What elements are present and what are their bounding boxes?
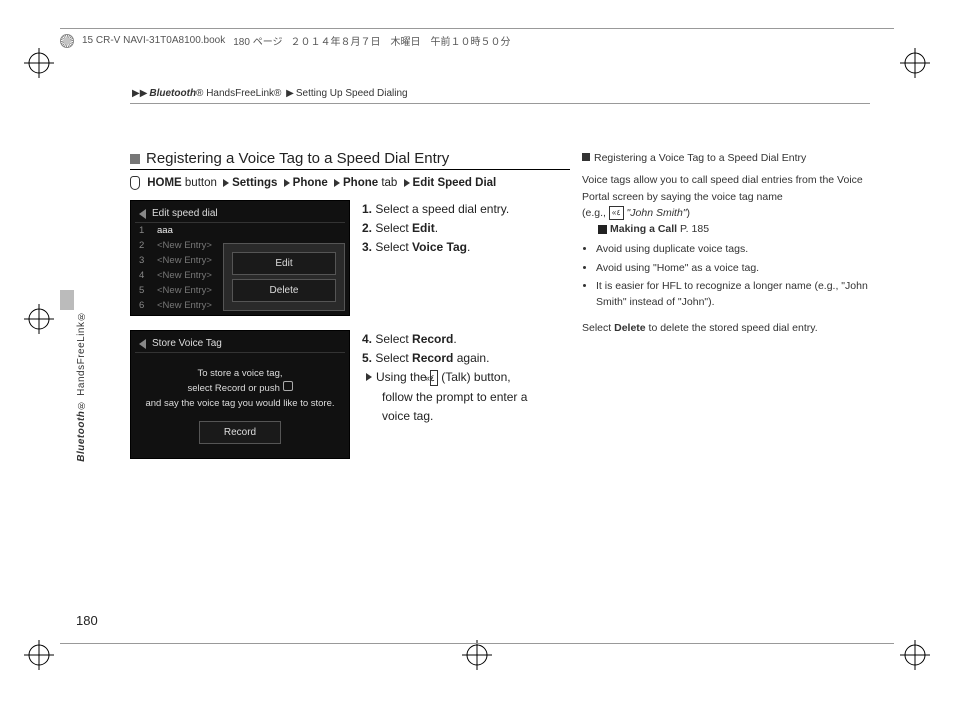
sidebar-example: (e.g., «٤ "John Smith") [582, 205, 872, 221]
print-header-page: 180 ページ [233, 33, 282, 48]
talk-icon: «٤ [430, 370, 438, 386]
arrow-icon [284, 179, 290, 187]
breadcrumb-part: Bluetooth [149, 88, 196, 99]
crop-mark-icon [900, 48, 930, 78]
crop-mark-icon [462, 640, 492, 670]
side-tab-label: Bluetooth® HandsFreeLink® [76, 310, 87, 462]
section-title: Registering a Voice Tag to a Speed Dial … [130, 150, 570, 170]
talk-icon: «٤ [609, 206, 624, 220]
instruction-steps: 4. Select Record. 5. Select Record again… [362, 330, 527, 459]
arrow-icon [404, 179, 410, 187]
instruction-steps: 1. Select a speed dial entry. 2. Select … [362, 200, 509, 316]
page-number: 180 [76, 613, 98, 628]
device-popup: Edit Delete [223, 243, 345, 311]
device-record-button: Record [199, 421, 281, 444]
talk-icon [283, 381, 293, 391]
print-header-date: ２０１４年８月７日 木曜日 午前１０時５０分 [291, 33, 511, 48]
arrow-icon [366, 373, 372, 381]
sidebar-notes: Registering a Voice Tag to a Speed Dial … [582, 150, 872, 337]
device-popup-edit: Edit [232, 252, 336, 275]
print-header-ornament-icon [60, 34, 74, 48]
arrow-icon [223, 179, 229, 187]
crop-mark-icon [900, 640, 930, 670]
crossref-icon [598, 225, 607, 234]
device-screenshot-edit-speed-dial: Edit speed dial 1aaa 2<New Entry> 3<New … [130, 200, 350, 316]
sidebar-paragraph: Voice tags allow you to call speed dial … [582, 172, 872, 205]
voice-icon [130, 176, 140, 190]
sidebar-bullets: Avoid using duplicate voice tags. Avoid … [582, 241, 872, 310]
device-screenshot-store-voice-tag: Store Voice Tag To store a voice tag, se… [130, 330, 350, 459]
device-screen-title: Store Voice Tag [152, 338, 222, 349]
sidebar-bullet: It is easier for HFL to recognize a long… [596, 278, 872, 311]
sidebar-bullet: Avoid using "Home" as a voice tag. [596, 260, 872, 276]
back-icon [139, 209, 146, 219]
breadcrumb-part: HandsFreeLink® [206, 88, 281, 99]
section-title-text: Registering a Voice Tag to a Speed Dial … [146, 150, 449, 167]
speed-dial-row: 1aaa [135, 223, 345, 238]
sidebar-paragraph: Select Delete to delete the stored speed… [582, 320, 872, 336]
navigation-path: HOME button Settings Phone Phone tab Edi… [130, 176, 570, 190]
sidebar-title: Registering a Voice Tag to a Speed Dial … [582, 150, 872, 166]
side-tab-marker [60, 290, 74, 310]
footer-rule [60, 643, 894, 644]
section-marker-icon [130, 154, 140, 164]
print-header: 15 CR-V NAVI-31T0A8100.book 180 ページ ２０１４… [60, 28, 894, 48]
sidebar-bullet: Avoid using duplicate voice tags. [596, 241, 872, 257]
breadcrumb-part: Setting Up Speed Dialing [296, 88, 408, 99]
crop-mark-icon [24, 640, 54, 670]
note-marker-icon [582, 153, 590, 161]
device-popup-delete: Delete [232, 279, 336, 302]
back-icon [139, 339, 146, 349]
crop-mark-icon [24, 304, 54, 334]
breadcrumb: ▶▶Bluetooth® HandsFreeLink® ▶Setting Up … [130, 88, 870, 104]
sidebar-crossref: Making a Call P. 185 [582, 221, 872, 237]
print-header-filename: 15 CR-V NAVI-31T0A8100.book [82, 35, 225, 46]
arrow-icon [334, 179, 340, 187]
crop-mark-icon [24, 48, 54, 78]
device-screen-title: Edit speed dial [152, 208, 218, 219]
